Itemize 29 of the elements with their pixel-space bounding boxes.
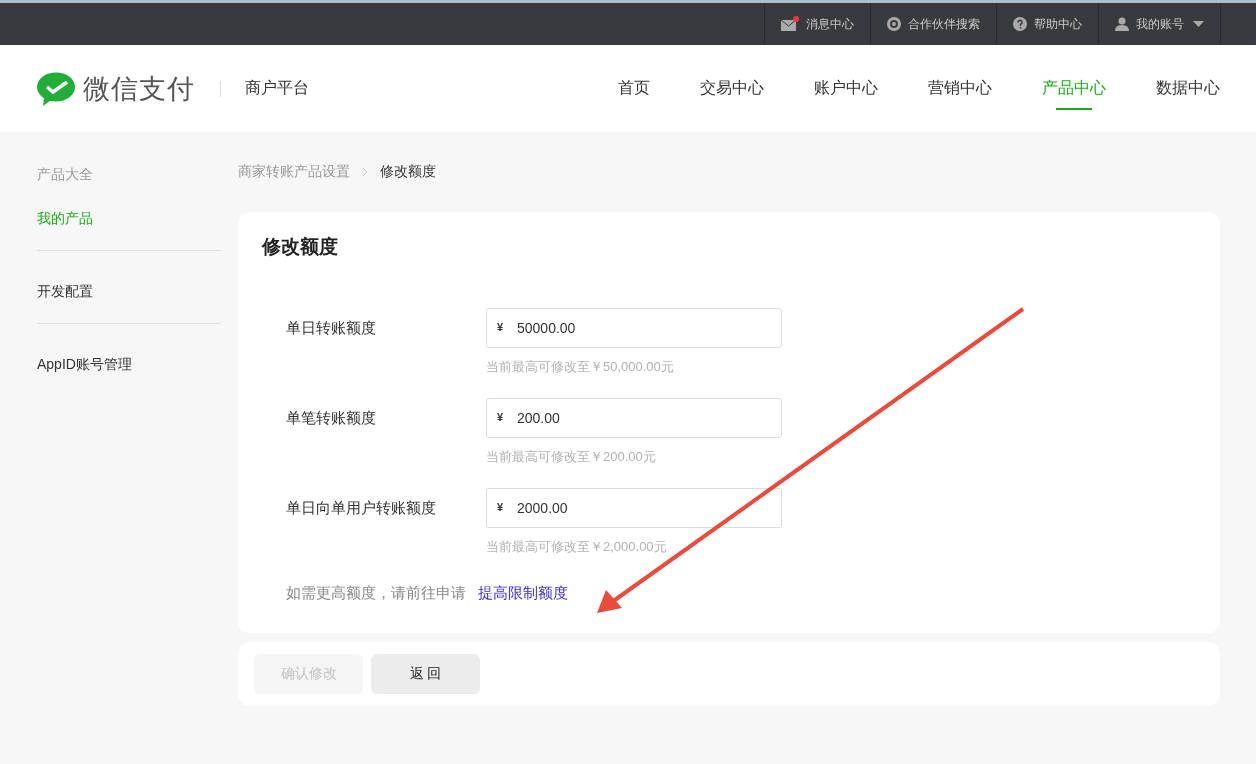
mail-icon xyxy=(781,17,799,31)
nav-tab[interactable]: 交易中心 xyxy=(700,45,764,132)
currency-symbol: ¥ xyxy=(497,321,504,334)
back-button[interactable]: 返 回 xyxy=(371,654,480,694)
platform-name: 商户平台 xyxy=(245,78,309,98)
field-hint: 当前最高可修改至￥2,000.00元 xyxy=(486,538,668,556)
form-title: 修改额度 xyxy=(262,235,339,259)
currency-symbol: ¥ xyxy=(497,411,504,424)
search-icon xyxy=(887,17,901,31)
currency-symbol: ¥ xyxy=(497,501,504,514)
help-icon xyxy=(1013,17,1027,31)
chevron-right-icon xyxy=(362,167,368,177)
user-icon xyxy=(1115,17,1129,31)
sidebar-item[interactable]: 开发配置 xyxy=(37,281,221,301)
nav-tab[interactable]: 数据中心 xyxy=(1156,45,1220,132)
field-hint: 当前最高可修改至￥200.00元 xyxy=(486,448,657,466)
field-label: 单日向单用户转账额度 xyxy=(285,498,437,518)
nav-tab[interactable]: 账户中心 xyxy=(814,45,878,132)
breadcrumb-current: 修改额度 xyxy=(380,163,436,181)
raise-limit-link[interactable]: 提高限制额度 xyxy=(478,584,568,603)
note-text: 如需更高额度，请前往申请 xyxy=(286,584,466,603)
field-label: 单笔转账额度 xyxy=(285,408,377,428)
chat-bubble-check-logo-icon xyxy=(37,71,75,106)
sidebar-item[interactable]: AppID账号管理 xyxy=(37,354,221,374)
field-hint: 当前最高可修改至￥50,000.00元 xyxy=(486,358,675,376)
nav-tab[interactable]: 营销中心 xyxy=(928,45,992,132)
field-label: 单日转账额度 xyxy=(285,318,377,338)
logo-text: 微信支付 xyxy=(83,72,195,106)
nav-tab[interactable]: 首页 xyxy=(618,45,650,132)
